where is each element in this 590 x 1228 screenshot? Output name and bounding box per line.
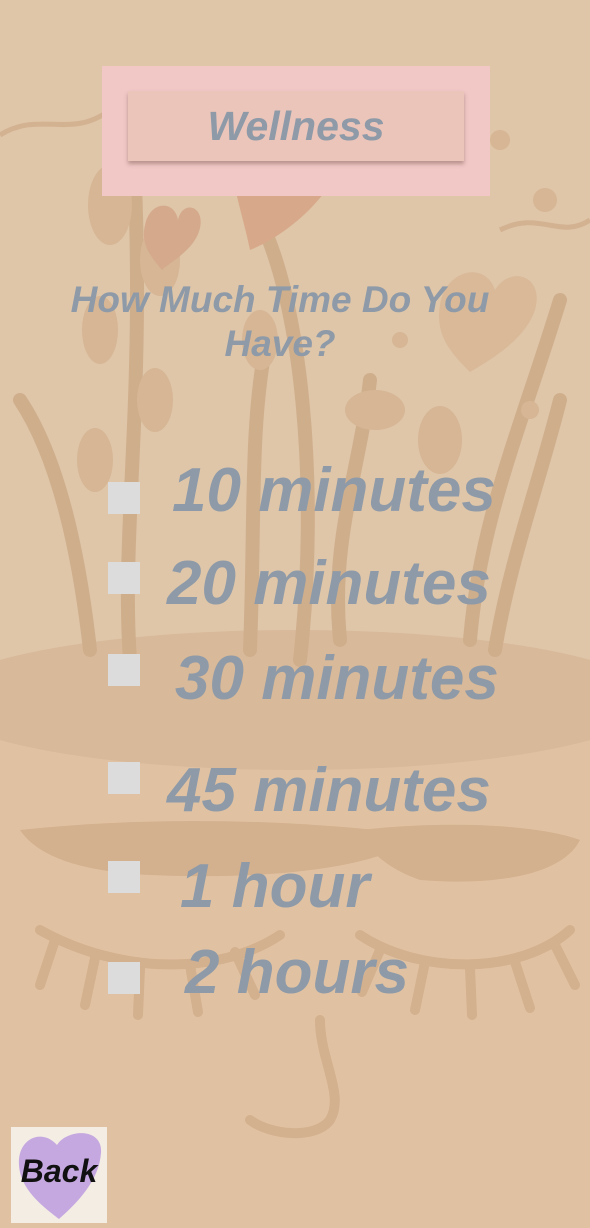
back-label: Back <box>20 1153 98 1189</box>
option-label: 30 minutes <box>175 644 499 713</box>
checkbox-2-hours[interactable] <box>108 962 140 994</box>
option-2-hours[interactable]: 2 hours <box>0 940 590 1020</box>
wellness-header-button[interactable]: Wellness <box>128 91 464 161</box>
checkbox-1-hour[interactable] <box>108 861 140 893</box>
option-label: 20 minutes <box>167 549 491 618</box>
checkbox-45-minutes[interactable] <box>108 762 140 794</box>
checkbox-10-minutes[interactable] <box>108 482 140 514</box>
checkbox-30-minutes[interactable] <box>108 654 140 686</box>
option-20-minutes[interactable]: 20 minutes <box>0 545 590 625</box>
option-30-minutes[interactable]: 30 minutes <box>0 640 590 720</box>
option-label: 2 hours <box>185 938 409 1007</box>
back-button[interactable]: Back <box>11 1127 107 1223</box>
wellness-title: Wellness <box>207 102 385 149</box>
option-45-minutes[interactable]: 45 minutes <box>0 752 590 832</box>
option-1-hour[interactable]: 1 hour <box>0 852 590 932</box>
checkbox-20-minutes[interactable] <box>108 562 140 594</box>
time-question-heading: How Much Time Do You Have? <box>70 279 490 364</box>
option-10-minutes[interactable]: 10 minutes <box>0 452 590 532</box>
option-label: 10 minutes <box>172 456 496 525</box>
option-label: 45 minutes <box>167 756 491 825</box>
option-label: 1 hour <box>180 852 370 921</box>
